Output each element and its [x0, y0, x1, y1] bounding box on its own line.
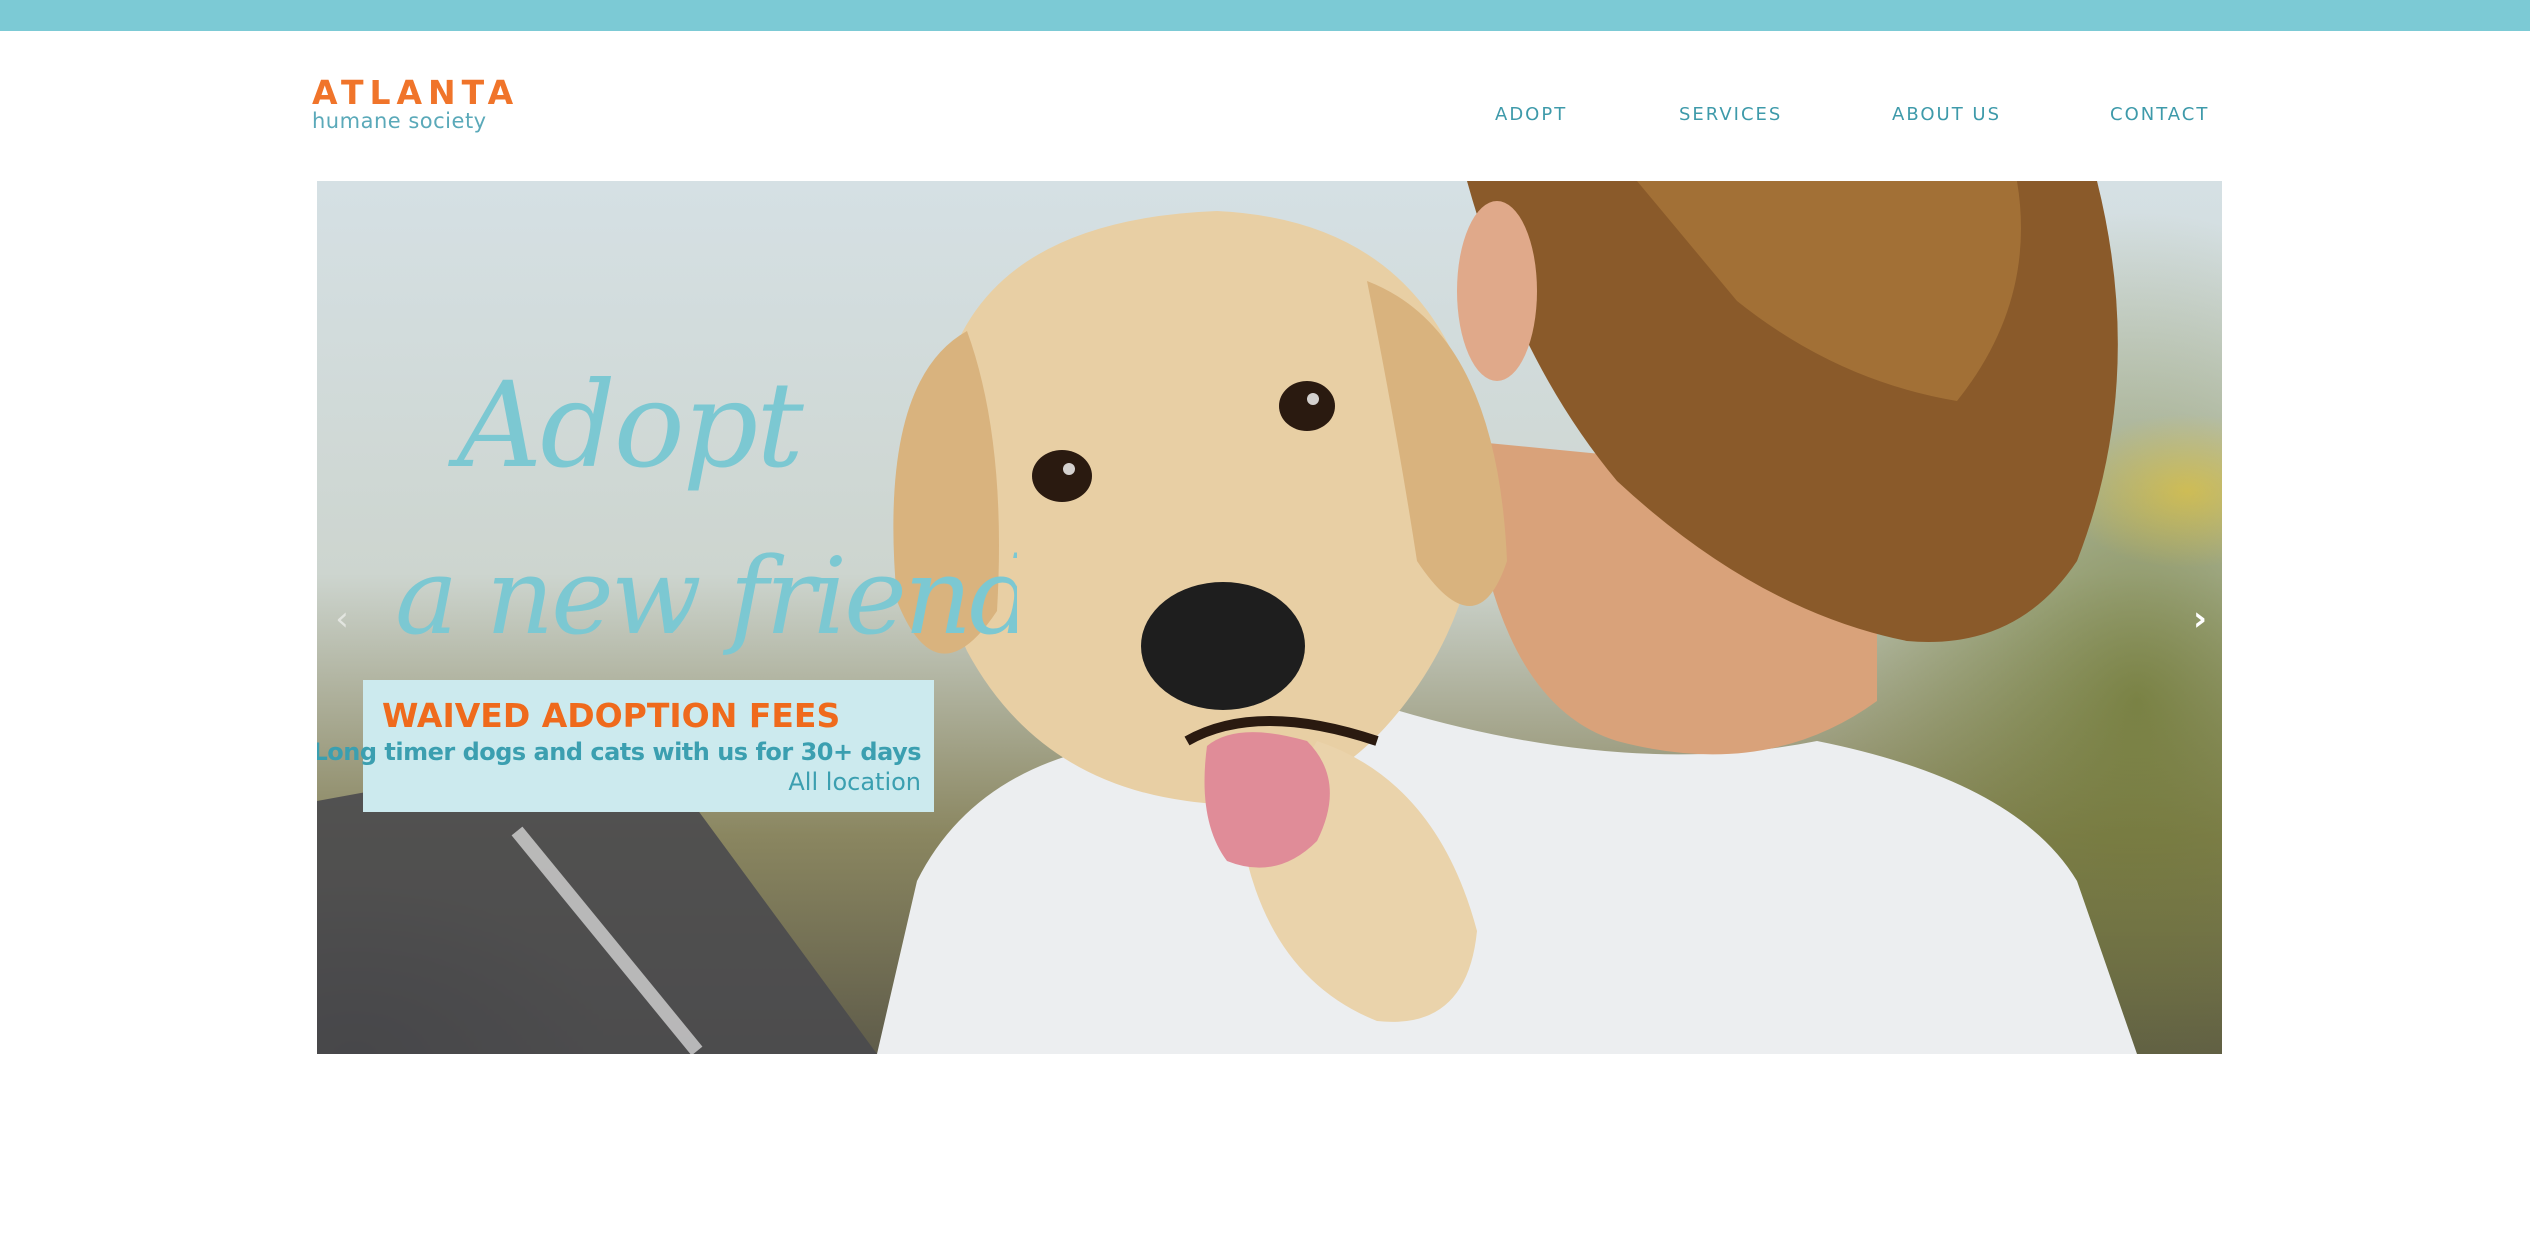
logo-subtitle: humane society [312, 109, 487, 133]
carousel-prev-icon[interactable]: ‹ [327, 599, 357, 639]
nav-item-about-us[interactable]: ABOUT US [1892, 104, 2001, 125]
dog-eye-left [1032, 450, 1092, 502]
nav-item-services[interactable]: SERVICES [1679, 104, 1782, 125]
promo-location: All location [788, 768, 921, 796]
hero-carousel: Adopt a new friend WAIVED ADOPTION FEES … [317, 181, 2222, 1054]
top-accent-bar [0, 0, 2530, 31]
promo-text: Long timer dogs and cats with us for 30+… [317, 738, 921, 766]
nav-item-contact[interactable]: CONTACT [2110, 104, 2209, 125]
site-logo[interactable]: ATLANTA humane society [312, 73, 520, 134]
promo-title: WAIVED ADOPTION FEES [382, 696, 841, 735]
carousel-next-icon[interactable]: › [2185, 599, 2215, 639]
nav-item-adopt[interactable]: ADOPT [1495, 104, 1567, 125]
promo-box[interactable]: WAIVED ADOPTION FEES Long timer dogs and… [317, 680, 934, 812]
dog-eye-right [1279, 381, 1335, 431]
logo-title: ATLANTA [312, 73, 520, 112]
ear-shape [1457, 201, 1537, 381]
dog-nose [1141, 582, 1305, 710]
hero-photo [317, 181, 2137, 1054]
